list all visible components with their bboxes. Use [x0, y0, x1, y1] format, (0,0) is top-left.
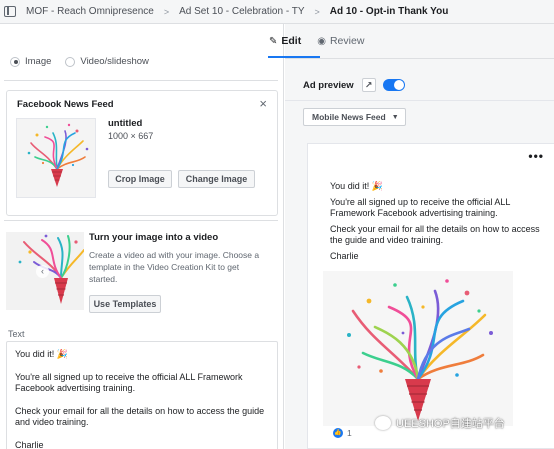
more-options-icon[interactable]: ••• — [528, 149, 544, 163]
panel-toggle-icon[interactable] — [4, 6, 16, 17]
format-selector: Image Video/slideshow — [10, 56, 163, 67]
use-templates-button[interactable]: Use Templates — [89, 295, 161, 313]
text-line: You did it! 🎉 — [15, 349, 68, 359]
text-line: You're all signed up to receive the offi… — [15, 371, 243, 394]
chevron-right-icon: > — [163, 6, 170, 17]
divider — [4, 80, 278, 81]
tab-review[interactable]: ◉ Review — [317, 35, 364, 47]
breadcrumb-bar: MOF - Reach Omnipresence > Ad Set 10 - C… — [0, 0, 554, 24]
primary-text-input[interactable]: You did it! 🎉 You're all signed up to re… — [6, 341, 278, 449]
image-radio[interactable] — [10, 56, 20, 67]
preview-line: Charlie — [330, 250, 359, 261]
watermark: UEESHOP自建站平台 — [375, 415, 505, 431]
image-radio-label[interactable]: Image — [25, 56, 51, 67]
ad-image-thumbnail — [16, 118, 96, 198]
tab-edit-label: Edit — [281, 35, 302, 47]
ad-preview-header: Ad preview ↗ — [303, 78, 405, 92]
change-image-button[interactable]: Change Image — [178, 170, 255, 188]
video-kit-description: Create a video ad with your image. Choos… — [89, 250, 260, 284]
close-icon[interactable]: × — [259, 96, 267, 111]
divider — [285, 58, 554, 59]
breadcrumb-ad[interactable]: Ad 10 - Opt-in Thank You — [330, 6, 449, 17]
preview-line: You're all signed up to receive the offi… — [330, 196, 511, 219]
preview-line: You did it! 🎉 — [330, 181, 383, 191]
preview-ad-image — [323, 271, 513, 426]
wechat-logo-icon — [375, 416, 391, 430]
preview-text: You did it! 🎉 You're all signed up to re… — [330, 181, 540, 266]
eye-icon: ◉ — [317, 35, 326, 47]
video-slideshow-radio[interactable] — [65, 56, 76, 67]
text-line: Check your email for all the details on … — [15, 405, 265, 428]
placement-card-title: Facebook News Feed — [17, 99, 114, 110]
preview-line: Check your email for all the details on … — [330, 223, 540, 246]
breadcrumb-campaign[interactable]: MOF - Reach Omnipresence — [26, 6, 154, 17]
video-kit-card: ‹ Turn your image into a video Create a … — [6, 232, 278, 322]
pencil-icon: ✎ — [269, 35, 278, 47]
external-link-icon[interactable]: ↗ — [361, 78, 376, 92]
placement-dropdown-value: Mobile News Feed — [312, 112, 386, 122]
chevron-left-icon[interactable]: ‹ — [36, 265, 49, 278]
video-slideshow-radio-label[interactable]: Video/slideshow — [80, 56, 148, 67]
ad-preview-card: ••• You did it! 🎉 You're all signed up t… — [307, 143, 554, 449]
tab-bar: ✎ Edit ◉ Review — [268, 24, 554, 58]
image-dimensions: 1000 × 667 — [108, 131, 154, 141]
chevron-right-icon: > — [314, 6, 320, 17]
divider — [4, 220, 278, 221]
divider — [285, 100, 554, 101]
placement-dropdown[interactable]: Mobile News Feed ▼ — [303, 108, 406, 126]
video-kit-thumbnail: ‹ — [6, 232, 84, 310]
preview-toggle[interactable] — [382, 79, 405, 91]
breadcrumb-ad-set[interactable]: Ad Set 10 - Celebration - TY — [179, 6, 304, 17]
image-name: untitled — [108, 118, 143, 129]
watermark-text: UEESHOP自建站平台 — [396, 418, 505, 430]
preview-panel: ✎ Edit ◉ Review Ad preview ↗ Mobile News… — [268, 24, 554, 449]
crop-image-button[interactable]: Crop Image — [108, 170, 172, 188]
tab-review-label: Review — [329, 35, 365, 47]
like-reaction-icon: 👍 — [333, 428, 343, 438]
ad-preview-label: Ad preview — [303, 79, 354, 91]
video-kit-title: Turn your image into a video — [89, 232, 219, 243]
caret-down-icon: ▼ — [391, 113, 399, 121]
placement-card: Facebook News Feed × untitled 1000 × 667… — [6, 90, 278, 216]
text-field-label: Text — [8, 329, 25, 339]
reaction-count: 1 — [347, 428, 352, 438]
ad-editor-panel: Image Video/slideshow Facebook News Feed… — [0, 24, 284, 449]
text-line: Charlie — [15, 439, 44, 449]
tab-edit[interactable]: ✎ Edit — [269, 35, 301, 47]
